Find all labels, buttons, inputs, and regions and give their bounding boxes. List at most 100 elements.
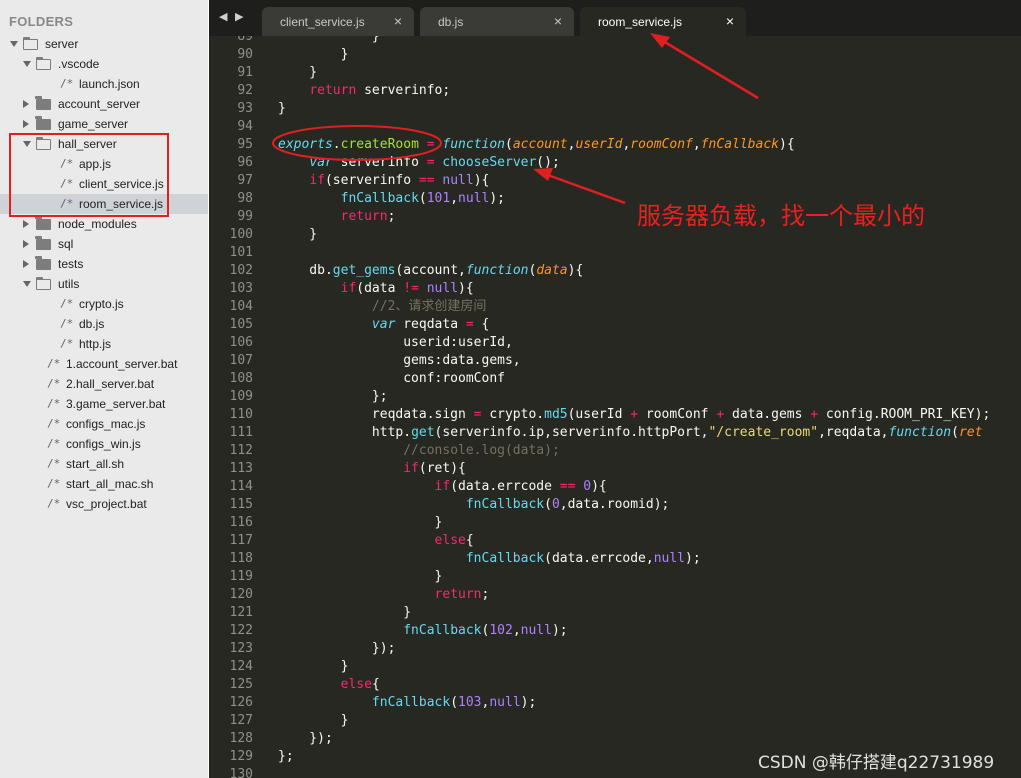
tree-item[interactable]: .vscode bbox=[0, 54, 208, 74]
file-icon: /* bbox=[47, 377, 61, 390]
line-number: 91 bbox=[237, 65, 253, 80]
tab-room_service-js[interactable]: room_service.js × bbox=[580, 7, 746, 36]
line-number: 112 bbox=[229, 443, 253, 458]
tree-item-label: tests bbox=[58, 257, 84, 271]
code-token: 102 bbox=[489, 623, 513, 638]
tree-item-label: node_modules bbox=[58, 217, 137, 231]
code-editor: 89 } 90 } 91 } 92 return serverinfo; 93} 94 95… bbox=[209, 0, 1021, 778]
tree-item-label: vsc_project.bat bbox=[66, 497, 147, 511]
tree-item[interactable]: /* launch.json bbox=[0, 74, 208, 94]
tree-item[interactable]: utils bbox=[0, 274, 208, 294]
code-text: }; bbox=[278, 388, 388, 406]
folder-icon bbox=[35, 96, 51, 110]
tab-client_service-js[interactable]: client_service.js × bbox=[262, 7, 414, 36]
tab-close-icon[interactable]: × bbox=[726, 13, 734, 29]
line-number: 92 bbox=[237, 83, 253, 98]
tree-item[interactable]: server bbox=[0, 34, 208, 54]
line-number: 117 bbox=[229, 533, 253, 548]
tree-item[interactable]: account_server bbox=[0, 94, 208, 114]
code-text: if(data.errcode == 0){ bbox=[278, 478, 607, 496]
code-token: ){ bbox=[473, 173, 490, 188]
tree-item[interactable]: /* configs_mac.js bbox=[0, 414, 208, 434]
code-area[interactable]: 89 } 90 } 91 } 92 return serverinfo; 93} 94 95… bbox=[209, 28, 1021, 778]
code-token: { bbox=[473, 317, 490, 332]
tree-item-label: configs_win.js bbox=[66, 437, 141, 451]
tree-item[interactable]: /* 3.game_server.bat bbox=[0, 394, 208, 414]
code-token: { bbox=[465, 533, 474, 548]
line-number: 113 bbox=[229, 461, 253, 476]
line-number: 128 bbox=[229, 731, 253, 746]
watermark: CSDN @韩仔搭建q22731989 bbox=[758, 753, 995, 773]
tree-item[interactable]: /* 1.account_server.bat bbox=[0, 354, 208, 374]
tree-item[interactable]: /* vsc_project.bat bbox=[0, 494, 208, 514]
code-token: ){ bbox=[591, 479, 607, 494]
disclosure-closed-icon[interactable] bbox=[23, 220, 29, 228]
code-token: 103 bbox=[458, 695, 482, 710]
code-line: 128 }); bbox=[209, 730, 1021, 748]
code-token: (); bbox=[536, 155, 560, 170]
disclosure-open-icon[interactable] bbox=[23, 61, 31, 67]
tab-close-icon[interactable]: × bbox=[554, 13, 562, 29]
code-text: reqdata.sign = crypto.md5(userId + roomC… bbox=[278, 406, 990, 424]
folder-open-icon bbox=[36, 57, 51, 70]
code-token: } bbox=[278, 101, 286, 116]
code-line: 121 } bbox=[209, 604, 1021, 622]
tab-nav-arrows[interactable]: ◀ ▶ bbox=[219, 10, 245, 23]
tree-item[interactable]: tests bbox=[0, 254, 208, 274]
tree-item[interactable]: /* start_all_mac.sh bbox=[0, 474, 208, 494]
code-token: function bbox=[442, 137, 506, 152]
tree-item[interactable]: /* configs_win.js bbox=[0, 434, 208, 454]
disclosure-closed-icon[interactable] bbox=[23, 240, 29, 248]
code-text: if(ret){ bbox=[278, 460, 466, 478]
code-token: { bbox=[371, 677, 380, 692]
disclosure-closed-icon[interactable] bbox=[23, 260, 29, 268]
tree-item[interactable]: /* db.js bbox=[0, 314, 208, 334]
line-number: 125 bbox=[229, 677, 253, 692]
code-token: }; bbox=[278, 389, 388, 404]
code-token: null bbox=[426, 281, 459, 296]
line-number: 93 bbox=[237, 101, 253, 116]
disclosure-open-icon[interactable] bbox=[10, 41, 18, 47]
tree-item[interactable]: /* http.js bbox=[0, 334, 208, 354]
code-token: }); bbox=[278, 641, 396, 656]
disclosure-closed-icon[interactable] bbox=[23, 120, 29, 128]
tab-db-js[interactable]: db.js × bbox=[420, 7, 574, 36]
code-line: 96 var serverinfo = chooseServer(); bbox=[209, 154, 1021, 172]
disclosure-open-icon[interactable] bbox=[23, 281, 31, 287]
tab-label: room_service.js bbox=[598, 15, 683, 29]
line-number: 111 bbox=[229, 425, 253, 440]
code-token: http. bbox=[278, 425, 412, 440]
folder-open-icon bbox=[36, 277, 51, 290]
line-number: 107 bbox=[229, 353, 253, 368]
line-number: 122 bbox=[229, 623, 253, 638]
code-token: function bbox=[888, 425, 952, 440]
code-token: 0 bbox=[551, 497, 560, 512]
file-icon: /* bbox=[47, 437, 61, 450]
code-token: } bbox=[278, 569, 443, 584]
line-number: 102 bbox=[229, 263, 253, 278]
tree-item[interactable]: /* crypto.js bbox=[0, 294, 208, 314]
code-token: == bbox=[418, 173, 435, 188]
disclosure-closed-icon[interactable] bbox=[23, 100, 29, 108]
tree-item[interactable]: sql bbox=[0, 234, 208, 254]
tree-item[interactable]: game_server bbox=[0, 114, 208, 134]
code-text: }; bbox=[278, 748, 294, 766]
folder-icon bbox=[35, 216, 51, 230]
line-number: 96 bbox=[237, 155, 253, 170]
file-icon: /* bbox=[47, 497, 61, 510]
code-token: exports bbox=[278, 137, 333, 152]
tree-item[interactable]: /* 2.hall_server.bat bbox=[0, 374, 208, 394]
line-number: 110 bbox=[229, 407, 253, 422]
file-icon: /* bbox=[60, 337, 74, 350]
code-token: (data bbox=[356, 281, 404, 296]
code-line: 94 bbox=[209, 118, 1021, 136]
code-token: var bbox=[309, 155, 333, 170]
tree-item[interactable]: /* start_all.sh bbox=[0, 454, 208, 474]
line-number: 100 bbox=[229, 227, 253, 242]
tree-item[interactable]: node_modules bbox=[0, 214, 208, 234]
tab-close-icon[interactable]: × bbox=[394, 13, 402, 29]
